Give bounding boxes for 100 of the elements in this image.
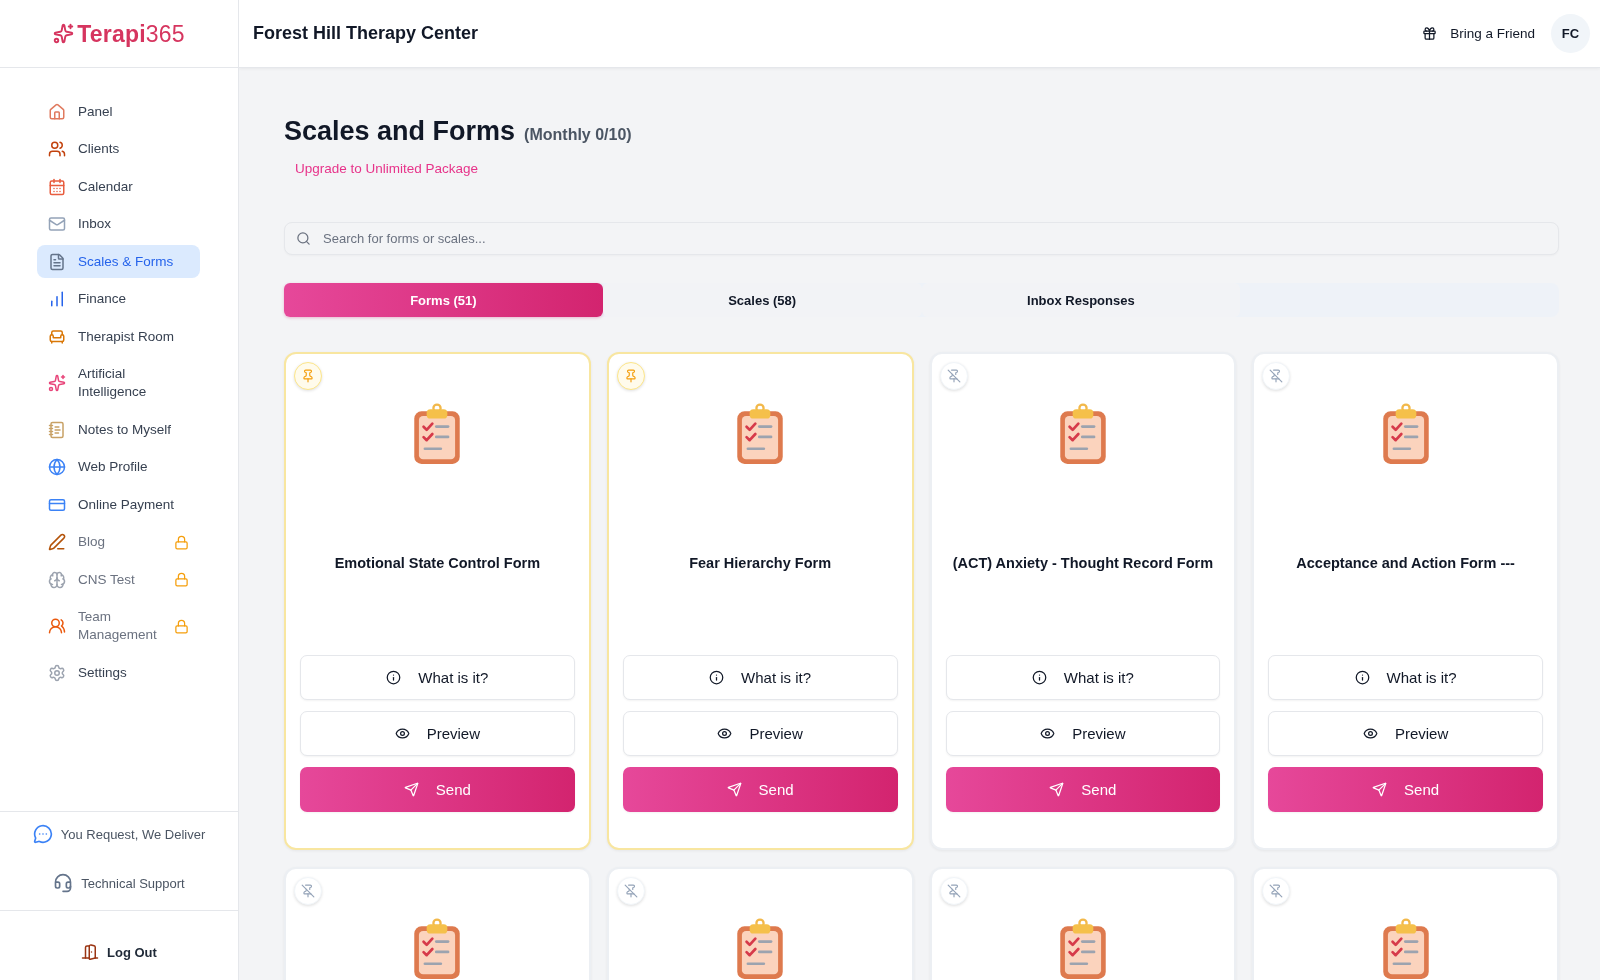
sidebar-item[interactable]: Therapist Room	[37, 320, 200, 353]
logo-text: Terapi365	[77, 19, 185, 48]
sidebar-item[interactable]: Team Management	[37, 600, 200, 652]
sidebar-item[interactable]: Panel	[37, 95, 200, 128]
settings-icon	[48, 663, 66, 682]
tab[interactable]: Scales (58)	[602, 283, 922, 317]
sidebar-item[interactable]: Online Payment	[37, 488, 200, 521]
sidebar-item[interactable]: Scales & Forms	[37, 245, 200, 278]
preview-button[interactable]: Preview	[945, 711, 1221, 756]
send-icon	[403, 782, 419, 797]
armchair-icon	[48, 327, 66, 346]
pin-button[interactable]	[294, 877, 322, 905]
crossed-pin-icon	[301, 884, 315, 898]
sparkle-icon	[53, 23, 75, 44]
crossed-pin-icon	[623, 884, 638, 898]
send-button[interactable]: Send	[945, 767, 1221, 812]
crossed-pin-icon	[1269, 884, 1284, 898]
page-title: Scales and Forms	[284, 115, 516, 148]
clipboard-icon	[412, 403, 463, 465]
center-name: Forest Hill Therapy Center	[253, 23, 479, 44]
sidebar-item[interactable]: Calendar	[37, 170, 200, 203]
info-icon	[709, 670, 725, 685]
info-button[interactable]: What is it?	[945, 655, 1221, 700]
preview-button[interactable]: Preview	[300, 711, 575, 756]
sidebar-item[interactable]: Inbox	[37, 207, 200, 241]
info-button[interactable]: What is it?	[300, 655, 575, 700]
send-button[interactable]: Send	[1268, 767, 1543, 812]
send-icon	[1372, 782, 1388, 797]
eye-icon	[1362, 726, 1378, 741]
door-icon	[81, 943, 100, 961]
people-icon	[48, 140, 66, 158]
send-button[interactable]: Send	[622, 767, 898, 812]
preview-button[interactable]: Preview	[1268, 711, 1543, 756]
brain-icon	[48, 570, 66, 589]
logout-button[interactable]: Log Out	[75, 934, 163, 970]
clipboard-icon	[1380, 918, 1431, 980]
globe-icon	[48, 458, 66, 476]
pin-button[interactable]	[1262, 877, 1291, 905]
sidebar-item[interactable]: Settings	[37, 656, 200, 689]
card-title: Emotional State Control Form	[334, 554, 541, 573]
tab[interactable]: Forms (51)	[284, 283, 603, 317]
eye-icon	[717, 726, 733, 741]
info-button[interactable]: What is it?	[1268, 655, 1543, 700]
footer-link[interactable]: Technical Support	[53, 865, 185, 901]
info-icon	[1031, 670, 1047, 685]
eye-icon	[1040, 726, 1056, 741]
clipboard-icon	[1057, 403, 1108, 465]
pin-button[interactable]	[616, 877, 645, 905]
pin-button[interactable]	[294, 362, 322, 390]
clipboard-icon	[1380, 403, 1431, 465]
people-icon	[48, 617, 66, 635]
pin-button[interactable]	[939, 877, 968, 905]
invite-link[interactable]: Bring a Friend	[1422, 26, 1535, 41]
crossed-pin-icon	[946, 884, 961, 898]
gift-icon	[1422, 26, 1438, 41]
info-icon	[386, 670, 402, 685]
info-icon	[1354, 670, 1370, 685]
send-icon	[726, 782, 742, 797]
avatar[interactable]: FC	[1551, 14, 1590, 53]
search-icon	[296, 231, 311, 246]
preview-button[interactable]: Preview	[622, 711, 898, 756]
clipboard-icon	[735, 918, 786, 980]
pin-button[interactable]	[1262, 362, 1291, 390]
sidebar-item[interactable]: Web Profile	[37, 450, 200, 484]
sidebar-item[interactable]: Clients	[37, 132, 200, 166]
lock-icon	[174, 618, 189, 634]
clipboard-icon	[412, 918, 463, 980]
card-title: Fear Hierarchy Form	[689, 554, 832, 573]
house-icon	[48, 102, 66, 121]
chat-bubble-icon	[32, 824, 53, 844]
clipboard-icon	[735, 403, 786, 465]
tab[interactable]: Inbox Responses	[921, 283, 1241, 317]
upgrade-link[interactable]: Upgrade to Unlimited Package	[295, 160, 479, 178]
sidebar-item[interactable]: CNS Test	[37, 563, 200, 596]
sidebar-item[interactable]: Notes to Myself	[37, 413, 200, 446]
crossed-pin-icon	[946, 369, 961, 383]
sidebar-item[interactable]: Finance	[37, 282, 200, 316]
sparkle-icon	[48, 374, 66, 392]
search-field[interactable]: Search for forms or scales...	[284, 222, 1559, 255]
pin-icon	[301, 369, 315, 383]
send-icon	[1049, 782, 1065, 797]
notebook-icon	[48, 420, 66, 439]
headset-icon	[53, 873, 74, 893]
info-button[interactable]: What is it?	[622, 655, 898, 700]
pin-button[interactable]	[616, 362, 645, 390]
send-button[interactable]: Send	[300, 767, 575, 812]
bar-chart-icon	[48, 290, 66, 308]
crossed-pin-icon	[1269, 369, 1284, 383]
card-title: Acceptance and Action Form ---	[1296, 554, 1515, 573]
pin-icon	[623, 369, 638, 383]
document-icon	[48, 252, 66, 271]
card-title: (ACT) Anxiety - Thought Record Form	[952, 554, 1214, 573]
envelope-icon	[48, 215, 66, 233]
sidebar-item[interactable]: Blog	[37, 525, 200, 559]
sidebar-item[interactable]: Artificial Intelligence	[37, 357, 200, 409]
pin-button[interactable]	[939, 362, 968, 390]
footer-link[interactable]: You Request, We Deliver	[32, 816, 206, 852]
quota-label: (Monthly 0/10)	[524, 126, 632, 144]
lock-icon	[174, 572, 189, 587]
pen-icon	[48, 533, 66, 551]
